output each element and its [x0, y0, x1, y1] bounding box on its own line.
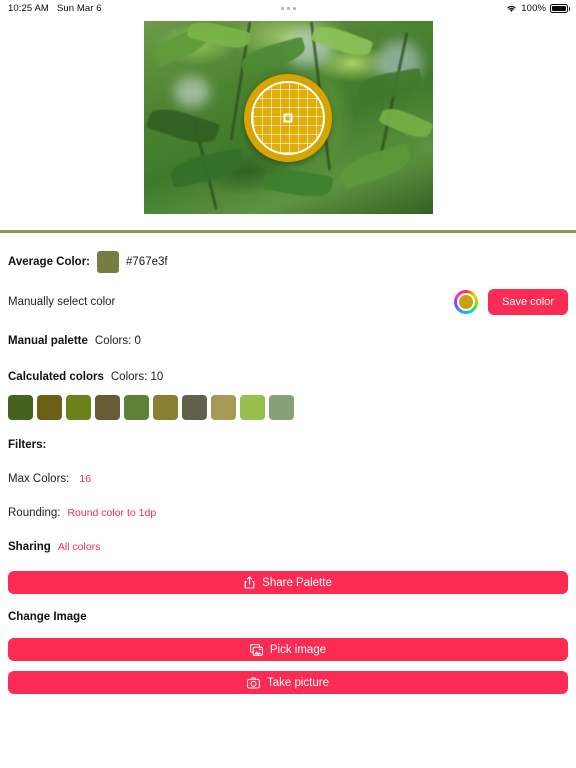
handle-dot	[280, 6, 284, 10]
color-wheel-icon[interactable]	[454, 290, 479, 314]
handle-dot	[286, 6, 290, 10]
take-picture-button[interactable]: Take picture	[8, 671, 568, 694]
calculated-swatch[interactable]	[153, 395, 178, 420]
photo-container	[0, 21, 576, 214]
take-picture-label: Take picture	[266, 676, 329, 689]
average-color-swatch[interactable]	[97, 251, 120, 273]
multitask-handle-icon[interactable]	[280, 6, 296, 10]
calculated-swatch-strip	[8, 395, 568, 420]
pick-image-button[interactable]: Pick image	[8, 638, 568, 661]
share-palette-label: Share Palette	[262, 576, 332, 589]
sharing-row[interactable]: Sharing All colors	[8, 537, 568, 557]
source-image[interactable]	[143, 21, 433, 214]
rounding-label: Rounding:	[8, 507, 61, 519]
max-colors-label: Max Colors:	[8, 473, 70, 485]
sharing-value[interactable]: All colors	[58, 541, 101, 553]
calculated-colors-count: Colors: 10	[110, 371, 164, 383]
calculated-colors-row: Calculated colors Colors: 10	[8, 367, 568, 387]
photo-library-icon	[249, 643, 263, 656]
manual-palette-row: Manual palette Colors: 0	[8, 331, 568, 351]
calculated-swatch[interactable]	[37, 395, 62, 420]
sharing-label: Sharing	[8, 541, 51, 553]
status-date: Sun Mar 6	[56, 2, 102, 14]
main-content: Average Color: #767e3f Manually select c…	[0, 251, 576, 694]
status-bar-left: 10:25 AM Sun Mar 6	[8, 3, 102, 14]
save-color-button[interactable]: Save color	[488, 289, 568, 315]
average-color-hex: #767e3f	[126, 256, 168, 268]
filters-row: Filters:	[8, 435, 568, 455]
calculated-swatch[interactable]	[95, 395, 120, 420]
manual-palette-label: Manual palette	[8, 335, 88, 347]
manual-select-controls: Save color	[454, 289, 568, 315]
pick-image-label: Pick image	[269, 643, 327, 656]
battery-icon	[550, 3, 570, 13]
max-colors-row[interactable]: Max Colors: 16	[8, 469, 568, 489]
status-time: 10:25 AM	[8, 2, 49, 14]
share-icon	[244, 576, 255, 589]
calculated-swatch[interactable]	[124, 395, 149, 420]
change-image-label: Change Image	[8, 611, 87, 623]
calculated-swatch[interactable]	[8, 395, 33, 420]
change-image-row: Change Image	[8, 607, 568, 627]
wifi-icon	[506, 4, 517, 13]
leaf	[355, 67, 424, 103]
manually-select-color-label: Manually select color	[8, 296, 116, 308]
background-blur	[173, 77, 210, 107]
camera-icon	[247, 677, 260, 689]
rounding-value[interactable]: Round color to 1dp	[67, 507, 156, 519]
calculated-swatch[interactable]	[66, 395, 91, 420]
leaf	[145, 102, 220, 150]
manual-palette-count: Colors: 0	[94, 335, 141, 347]
manual-select-row: Manually select color Save color	[8, 289, 568, 315]
calculated-swatch[interactable]	[211, 395, 236, 420]
loupe-center-square	[283, 113, 293, 122]
leaf	[377, 103, 433, 143]
color-picker-loupe-icon[interactable]	[244, 73, 332, 162]
share-palette-button[interactable]: Share Palette	[8, 571, 568, 594]
battery-fill	[552, 5, 566, 11]
section-divider	[0, 230, 576, 233]
filters-label: Filters:	[8, 439, 47, 451]
calculated-swatch[interactable]	[269, 395, 294, 420]
leaf	[167, 147, 246, 189]
battery-percent: 100%	[521, 2, 546, 14]
status-bar-right: 100%	[506, 2, 570, 14]
leaf	[261, 165, 334, 201]
calculated-swatch[interactable]	[182, 395, 207, 420]
calculated-swatch[interactable]	[240, 395, 265, 420]
loupe-grid	[251, 80, 325, 155]
calculated-colors-label: Calculated colors	[8, 371, 104, 383]
handle-dot	[292, 6, 296, 10]
leaf	[337, 142, 414, 190]
average-color-row: Average Color: #767e3f	[8, 251, 568, 273]
status-bar: 10:25 AM Sun Mar 6 100%	[0, 0, 576, 16]
rounding-row[interactable]: Rounding: Round color to 1dp	[8, 503, 568, 523]
average-color-label: Average Color:	[8, 256, 91, 268]
max-colors-value[interactable]: 16	[79, 473, 91, 485]
color-wheel-center	[457, 293, 476, 311]
